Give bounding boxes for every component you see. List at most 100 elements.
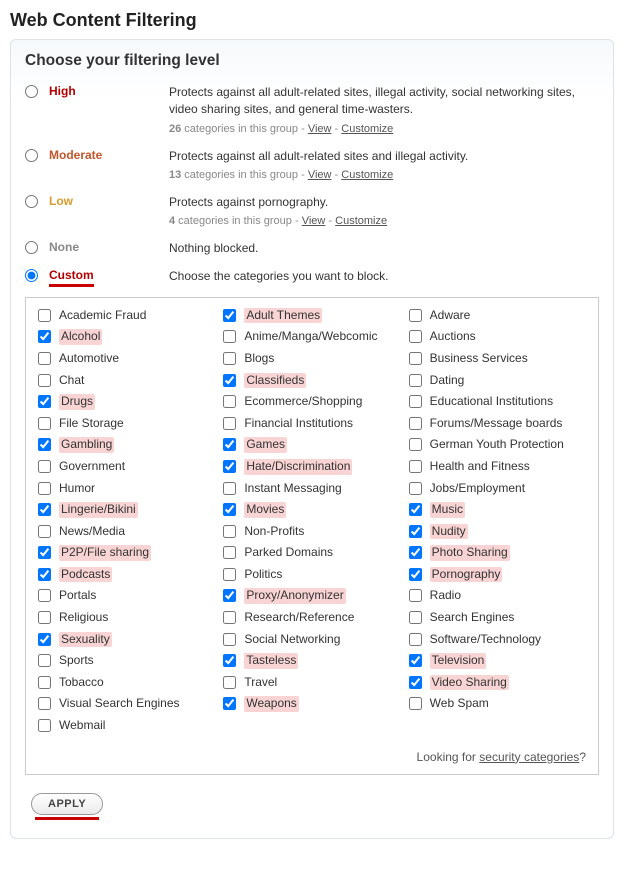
category-item[interactable]: Nudity bbox=[409, 524, 586, 540]
category-item[interactable]: Pornography bbox=[409, 567, 586, 583]
category-item[interactable]: Non-Profits bbox=[223, 524, 400, 540]
category-checkbox[interactable] bbox=[223, 330, 236, 343]
category-checkbox[interactable] bbox=[38, 654, 51, 667]
category-item[interactable]: Music bbox=[409, 502, 586, 518]
category-checkbox[interactable] bbox=[409, 309, 422, 322]
category-checkbox[interactable] bbox=[409, 503, 422, 516]
category-checkbox[interactable] bbox=[409, 589, 422, 602]
category-item[interactable]: Travel bbox=[223, 675, 400, 691]
category-item[interactable]: Instant Messaging bbox=[223, 481, 400, 497]
category-checkbox[interactable] bbox=[223, 438, 236, 451]
category-item[interactable]: Games bbox=[223, 437, 400, 453]
level-radio-none[interactable] bbox=[25, 241, 38, 254]
category-checkbox[interactable] bbox=[38, 503, 51, 516]
apply-button[interactable]: APPLY bbox=[31, 793, 103, 815]
category-item[interactable]: Alcohol bbox=[38, 329, 215, 345]
category-item[interactable]: Sports bbox=[38, 653, 215, 669]
category-item[interactable]: Financial Institutions bbox=[223, 416, 400, 432]
category-checkbox[interactable] bbox=[223, 633, 236, 646]
category-checkbox[interactable] bbox=[38, 330, 51, 343]
category-checkbox[interactable] bbox=[38, 633, 51, 646]
category-item[interactable]: Webmail bbox=[38, 718, 215, 734]
category-checkbox[interactable] bbox=[38, 438, 51, 451]
category-item[interactable]: Educational Institutions bbox=[409, 394, 586, 410]
category-item[interactable]: Portals bbox=[38, 588, 215, 604]
category-checkbox[interactable] bbox=[38, 611, 51, 624]
category-item[interactable]: Sexuality bbox=[38, 632, 215, 648]
category-item[interactable]: Visual Search Engines bbox=[38, 696, 215, 712]
category-item[interactable]: Parked Domains bbox=[223, 545, 400, 561]
category-checkbox[interactable] bbox=[223, 676, 236, 689]
category-checkbox[interactable] bbox=[223, 482, 236, 495]
category-checkbox[interactable] bbox=[223, 503, 236, 516]
category-item[interactable]: Adware bbox=[409, 308, 586, 324]
level-view-link-low[interactable]: View bbox=[302, 215, 326, 227]
level-radio-low[interactable] bbox=[25, 195, 38, 208]
category-checkbox[interactable] bbox=[38, 482, 51, 495]
category-checkbox[interactable] bbox=[223, 309, 236, 322]
category-checkbox[interactable] bbox=[38, 374, 51, 387]
category-checkbox[interactable] bbox=[223, 374, 236, 387]
category-item[interactable]: Religious bbox=[38, 610, 215, 626]
category-item[interactable]: P2P/File sharing bbox=[38, 545, 215, 561]
category-item[interactable]: Tasteless bbox=[223, 653, 400, 669]
category-checkbox[interactable] bbox=[38, 676, 51, 689]
category-checkbox[interactable] bbox=[223, 460, 236, 473]
category-checkbox[interactable] bbox=[409, 330, 422, 343]
category-checkbox[interactable] bbox=[409, 546, 422, 559]
category-item[interactable]: Software/Technology bbox=[409, 632, 586, 648]
category-item[interactable]: File Storage bbox=[38, 416, 215, 432]
category-checkbox[interactable] bbox=[223, 611, 236, 624]
category-item[interactable]: Adult Themes bbox=[223, 308, 400, 324]
category-item[interactable]: Automotive bbox=[38, 351, 215, 367]
category-checkbox[interactable] bbox=[223, 525, 236, 538]
category-checkbox[interactable] bbox=[223, 589, 236, 602]
category-item[interactable]: News/Media bbox=[38, 524, 215, 540]
category-checkbox[interactable] bbox=[409, 568, 422, 581]
category-item[interactable]: Gambling bbox=[38, 437, 215, 453]
category-item[interactable]: Drugs bbox=[38, 394, 215, 410]
category-item[interactable]: Search Engines bbox=[409, 610, 586, 626]
category-checkbox[interactable] bbox=[38, 546, 51, 559]
category-item[interactable]: Tobacco bbox=[38, 675, 215, 691]
category-item[interactable]: Humor bbox=[38, 481, 215, 497]
level-radio-custom[interactable] bbox=[25, 269, 38, 282]
category-checkbox[interactable] bbox=[223, 568, 236, 581]
category-item[interactable]: Forums/Message boards bbox=[409, 416, 586, 432]
category-item[interactable]: Radio bbox=[409, 588, 586, 604]
category-checkbox[interactable] bbox=[409, 352, 422, 365]
category-checkbox[interactable] bbox=[409, 417, 422, 430]
category-checkbox[interactable] bbox=[38, 309, 51, 322]
category-item[interactable]: Business Services bbox=[409, 351, 586, 367]
category-item[interactable]: Video Sharing bbox=[409, 675, 586, 691]
category-item[interactable]: Government bbox=[38, 459, 215, 475]
category-checkbox[interactable] bbox=[223, 352, 236, 365]
level-customize-link-high[interactable]: Customize bbox=[341, 123, 393, 135]
level-radio-high[interactable] bbox=[25, 85, 38, 98]
category-item[interactable]: Chat bbox=[38, 373, 215, 389]
category-checkbox[interactable] bbox=[409, 460, 422, 473]
category-checkbox[interactable] bbox=[38, 417, 51, 430]
level-customize-link-low[interactable]: Customize bbox=[335, 215, 387, 227]
category-item[interactable]: German Youth Protection bbox=[409, 437, 586, 453]
level-radio-moderate[interactable] bbox=[25, 149, 38, 162]
category-checkbox[interactable] bbox=[223, 697, 236, 710]
category-checkbox[interactable] bbox=[409, 654, 422, 667]
category-checkbox[interactable] bbox=[409, 374, 422, 387]
category-item[interactable]: Proxy/Anonymizer bbox=[223, 588, 400, 604]
category-item[interactable]: Web Spam bbox=[409, 696, 586, 712]
category-item[interactable]: Politics bbox=[223, 567, 400, 583]
category-item[interactable]: Ecommerce/Shopping bbox=[223, 394, 400, 410]
category-checkbox[interactable] bbox=[223, 395, 236, 408]
category-item[interactable]: Health and Fitness bbox=[409, 459, 586, 475]
category-checkbox[interactable] bbox=[409, 525, 422, 538]
category-checkbox[interactable] bbox=[38, 589, 51, 602]
category-item[interactable]: Hate/Discrimination bbox=[223, 459, 400, 475]
category-checkbox[interactable] bbox=[409, 438, 422, 451]
category-checkbox[interactable] bbox=[38, 352, 51, 365]
category-checkbox[interactable] bbox=[409, 611, 422, 624]
category-item[interactable]: Anime/Manga/Webcomic bbox=[223, 329, 400, 345]
category-item[interactable]: Classifieds bbox=[223, 373, 400, 389]
category-checkbox[interactable] bbox=[223, 546, 236, 559]
category-checkbox[interactable] bbox=[38, 525, 51, 538]
